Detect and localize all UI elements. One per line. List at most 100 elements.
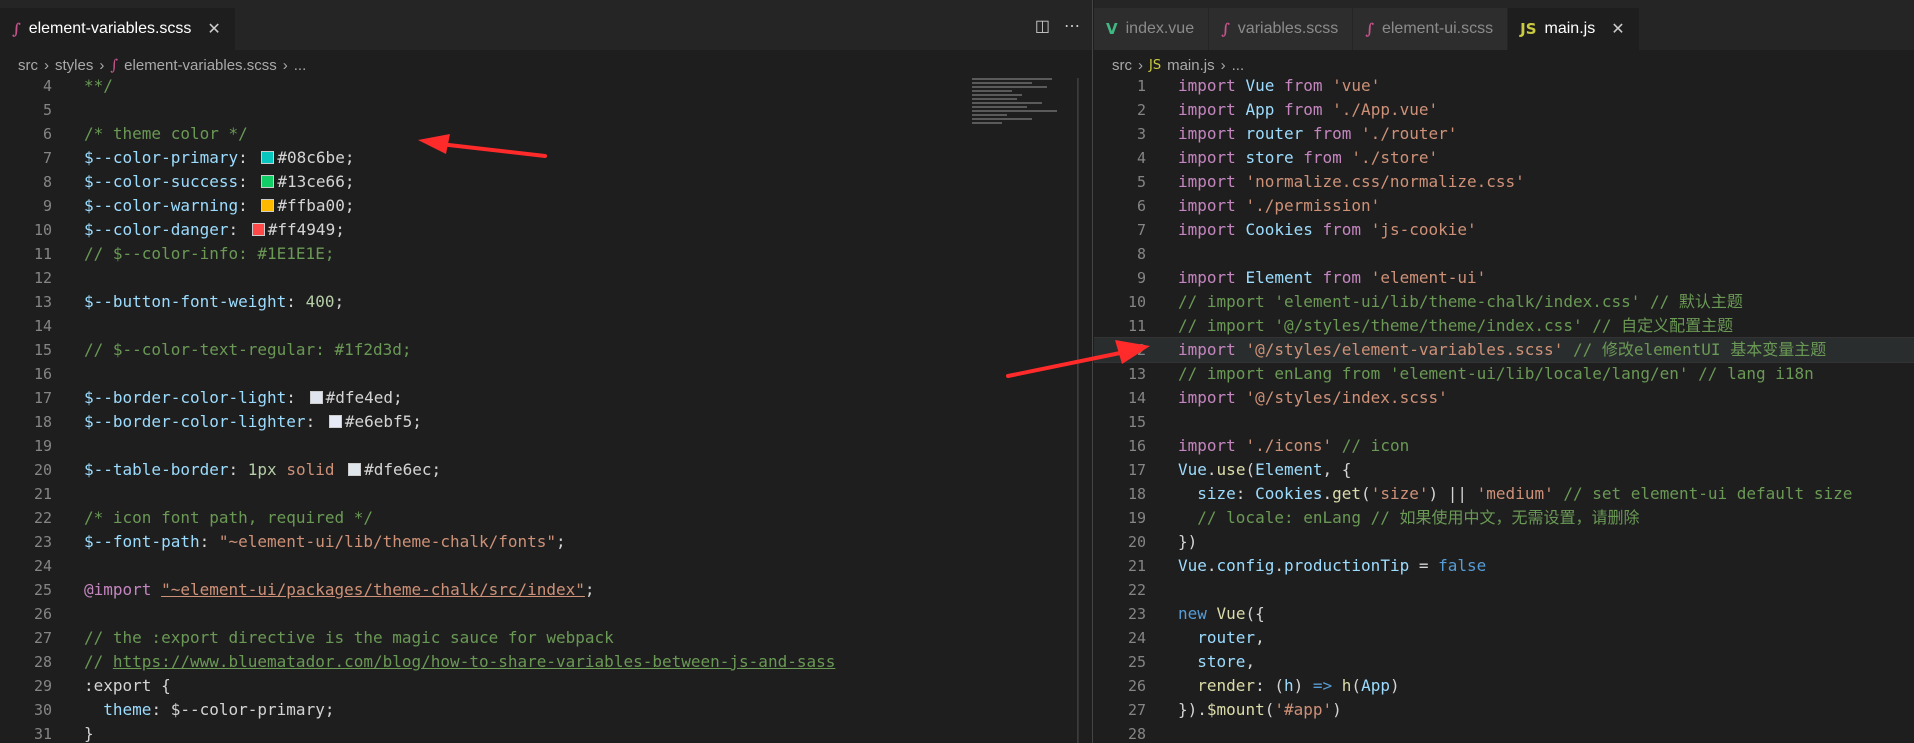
- line-number[interactable]: 23: [0, 530, 52, 554]
- code-line[interactable]: 15 // $--color-text-regular: #1f2d3d;: [0, 338, 1092, 362]
- line-number[interactable]: 11: [1094, 314, 1146, 338]
- line-number[interactable]: 24: [0, 554, 52, 578]
- line-number[interactable]: 19: [0, 434, 52, 458]
- breadcrumb-item[interactable]: element-variables.scss: [124, 57, 277, 74]
- code-line[interactable]: 10 $--color-danger: #ff4949;: [0, 218, 1092, 242]
- code-line[interactable]: 4 **/: [0, 74, 1092, 98]
- tab-variables-scss[interactable]: ∫ variables.scss: [1209, 8, 1354, 50]
- code-line[interactable]: 25 @import "~element-ui/packages/theme-ch…: [0, 578, 1092, 602]
- line-number[interactable]: 10: [1094, 290, 1146, 314]
- line-number[interactable]: 14: [0, 314, 52, 338]
- line-number[interactable]: 11: [0, 242, 52, 266]
- code-line[interactable]: 18 size: Cookies.get('size') || 'medium'…: [1094, 482, 1914, 506]
- line-number[interactable]: 1: [1094, 74, 1146, 98]
- code-line[interactable]: 27}).$mount('#app'): [1094, 698, 1914, 722]
- code-line[interactable]: 10 // import 'element-ui/lib/theme-chalk/…: [1094, 290, 1914, 314]
- line-number[interactable]: 8: [0, 170, 52, 194]
- code-line[interactable]: 31}: [0, 722, 1092, 743]
- code-line[interactable]: 6 import './permission': [1094, 194, 1914, 218]
- line-number[interactable]: 18: [1094, 482, 1146, 506]
- vertical-scrollbar[interactable]: [1078, 78, 1092, 743]
- color-swatch[interactable]: [328, 415, 342, 428]
- line-number[interactable]: 10: [0, 218, 52, 242]
- line-number[interactable]: 27: [1094, 698, 1146, 722]
- line-number[interactable]: 18: [0, 410, 52, 434]
- line-number[interactable]: 13: [1094, 362, 1146, 386]
- line-number[interactable]: 22: [1094, 578, 1146, 602]
- code-line[interactable]: 18 $--border-color-lighter: #e6ebf5;: [0, 410, 1092, 434]
- code-line[interactable]: 20 $--table-border: 1px solid #dfe6ec;: [0, 458, 1092, 482]
- code-line[interactable]: 22: [1094, 578, 1914, 602]
- code-line[interactable]: 23 new Vue({: [1094, 602, 1914, 626]
- color-swatch[interactable]: [261, 151, 275, 164]
- code-line[interactable]: 17 $--border-color-light: #dfe4ed;: [0, 386, 1092, 410]
- code-line[interactable]: 17 Vue.use(Element, {: [1094, 458, 1914, 482]
- code-line[interactable]: 30 theme: $--color-primary;: [0, 698, 1092, 722]
- line-number[interactable]: 5: [1094, 170, 1146, 194]
- line-number[interactable]: 9: [0, 194, 52, 218]
- color-swatch[interactable]: [348, 463, 362, 476]
- code-link[interactable]: https://www.bluematador.com/blog/how-to-…: [113, 652, 835, 671]
- line-number[interactable]: 23: [1094, 602, 1146, 626]
- code-line[interactable]: 14 import '@/styles/index.scss': [1094, 386, 1914, 410]
- code-line[interactable]: 21 Vue.config.productionTip = false: [1094, 554, 1914, 578]
- code-line[interactable]: 24: [0, 554, 1092, 578]
- tab-element-variables-scss[interactable]: ∫ element-variables.scss ✕: [0, 8, 236, 50]
- line-number[interactable]: 12: [0, 266, 52, 290]
- line-number[interactable]: 6: [0, 122, 52, 146]
- line-number[interactable]: 12: [1094, 338, 1146, 362]
- code-line[interactable]: 8: [1094, 242, 1914, 266]
- line-number[interactable]: 5: [0, 98, 52, 122]
- breadcrumb-item[interactable]: src: [1112, 57, 1132, 74]
- line-number[interactable]: 31: [0, 722, 52, 743]
- code-line[interactable]: 1 import Vue from 'vue': [1094, 74, 1914, 98]
- line-number[interactable]: 4: [0, 74, 52, 98]
- code-line[interactable]: 21: [0, 482, 1092, 506]
- line-number[interactable]: 7: [1094, 218, 1146, 242]
- line-number[interactable]: 19: [1094, 506, 1146, 530]
- code-line[interactable]: 5: [0, 98, 1092, 122]
- code-line[interactable]: 26 render: (h) => h(App): [1094, 674, 1914, 698]
- line-number[interactable]: 16: [1094, 434, 1146, 458]
- code-line[interactable]: 4 import store from './store': [1094, 146, 1914, 170]
- line-number[interactable]: 27: [0, 626, 52, 650]
- line-number[interactable]: 3: [1094, 122, 1146, 146]
- line-number[interactable]: 26: [1094, 674, 1146, 698]
- code-line[interactable]: 11 // $--color-info: #1E1E1E;: [0, 242, 1092, 266]
- line-number[interactable]: 16: [0, 362, 52, 386]
- code-line[interactable]: 20}): [1094, 530, 1914, 554]
- more-actions-icon[interactable]: ⋯: [1064, 16, 1080, 36]
- code-link[interactable]: "~element-ui/packages/theme-chalk/src/in…: [161, 580, 585, 599]
- close-icon[interactable]: ✕: [207, 19, 220, 39]
- code-editor[interactable]: 4 **/ 5 6 /* theme color */ 7 $--color-primary…: [0, 76, 1092, 743]
- color-swatch[interactable]: [251, 223, 265, 236]
- code-line[interactable]: 11 // import '@/styles/theme/theme/index.…: [1094, 314, 1914, 338]
- code-line[interactable]: 28: [1094, 722, 1914, 743]
- code-line[interactable]: 13 // import enLang from 'element-ui/lib/…: [1094, 362, 1914, 386]
- line-number[interactable]: 6: [1094, 194, 1146, 218]
- line-number[interactable]: 28: [0, 650, 52, 674]
- code-line[interactable]: 25 store,: [1094, 650, 1914, 674]
- line-number[interactable]: 4: [1094, 146, 1146, 170]
- code-line[interactable]: 7 $--color-primary: #08c6be;: [0, 146, 1092, 170]
- color-swatch[interactable]: [261, 199, 275, 212]
- breadcrumb-item[interactable]: ...: [294, 57, 307, 74]
- line-number[interactable]: 9: [1094, 266, 1146, 290]
- code-line[interactable]: 6 /* theme color */: [0, 122, 1092, 146]
- line-number[interactable]: 15: [0, 338, 52, 362]
- line-number[interactable]: 21: [0, 482, 52, 506]
- line-number[interactable]: 14: [1094, 386, 1146, 410]
- line-number[interactable]: 13: [0, 290, 52, 314]
- code-line[interactable]: 27 // the :export directive is the magic …: [0, 626, 1092, 650]
- tab-element-ui-scss[interactable]: ∫ element-ui.scss: [1353, 8, 1509, 50]
- code-line[interactable]: 5 import 'normalize.css/normalize.css': [1094, 170, 1914, 194]
- breadcrumb-item[interactable]: ...: [1232, 57, 1245, 74]
- code-editor[interactable]: 1 import Vue from 'vue' 2 import App from '…: [1094, 76, 1914, 743]
- line-number[interactable]: 24: [1094, 626, 1146, 650]
- line-number[interactable]: 20: [0, 458, 52, 482]
- code-line[interactable]: 26: [0, 602, 1092, 626]
- minimap[interactable]: [972, 78, 1062, 148]
- code-line[interactable]: 24 router,: [1094, 626, 1914, 650]
- code-line[interactable]: 19: [0, 434, 1092, 458]
- code-line[interactable]: 13 $--button-font-weight: 400;: [0, 290, 1092, 314]
